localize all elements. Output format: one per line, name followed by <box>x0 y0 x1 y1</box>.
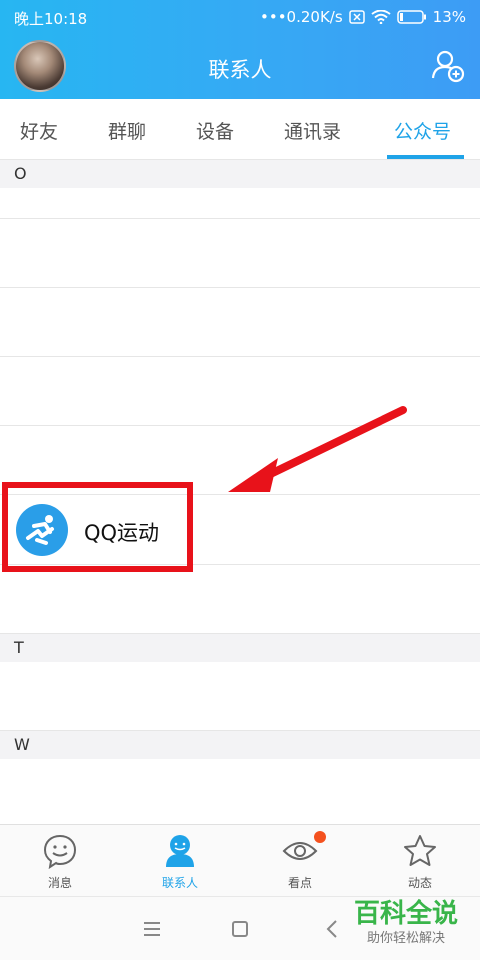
nav-feed[interactable]: 动态 <box>360 825 480 897</box>
highlight-box <box>2 482 193 572</box>
watermark-title: 百科全说 <box>353 899 458 929</box>
watermark-logo: 百科全说 助你轻松解决 <box>346 898 466 956</box>
section-header-o: O <box>0 160 480 188</box>
nav-contacts[interactable]: 联系人 <box>120 825 240 897</box>
contacts-icon <box>166 835 194 867</box>
list-item[interactable] <box>0 565 480 634</box>
status-time: 晚上10:18 <box>14 10 88 28</box>
list-item[interactable] <box>0 219 480 288</box>
message-icon <box>43 834 77 869</box>
nav-label-discover: 看点 <box>287 876 312 890</box>
list-item[interactable] <box>0 288 480 357</box>
list-item[interactable] <box>0 662 480 731</box>
status-bar: 晚上10:18 •••0.20K/s 13% <box>0 0 480 34</box>
home-square-icon <box>232 921 248 937</box>
nav-label-contacts: 联系人 <box>161 876 198 890</box>
list-item[interactable] <box>0 188 480 219</box>
network-speed: •••0.20K/s <box>260 8 343 26</box>
watermark-subtitle: 助你轻松解决 <box>366 931 445 946</box>
nav-label-feed: 动态 <box>407 876 432 890</box>
status-indicators: •••0.20K/s 13% <box>260 8 466 26</box>
menu-icon <box>144 922 160 936</box>
bottom-nav: 消息 联系人 看点 动态 <box>0 824 480 896</box>
eye-icon <box>282 842 318 860</box>
menu-button[interactable] <box>138 915 166 943</box>
back-button[interactable] <box>318 915 346 943</box>
tab-official-accounts[interactable]: 公众号 <box>394 117 451 144</box>
add-contact-button[interactable] <box>430 48 466 84</box>
add-person-icon <box>431 50 465 83</box>
section-header-w: W <box>0 731 480 759</box>
annotation-arrow <box>228 406 407 492</box>
tab-friends[interactable]: 好友 <box>20 117 58 144</box>
tab-groups[interactable]: 群聊 <box>108 117 146 144</box>
home-button[interactable] <box>226 915 254 943</box>
back-chevron-icon <box>326 920 337 938</box>
nav-discover[interactable]: 看点 <box>240 825 360 897</box>
battery-icon <box>396 10 427 24</box>
list-item[interactable] <box>0 759 480 824</box>
contact-tabs: 好友 群聊 设备 通讯录 公众号 <box>0 99 480 160</box>
notification-dot <box>314 831 326 843</box>
nav-label-messages: 消息 <box>47 876 72 890</box>
section-header-t: T <box>0 634 480 662</box>
tab-address-book[interactable]: 通讯录 <box>284 117 341 144</box>
page-title: 联系人 <box>208 58 272 82</box>
star-icon <box>404 835 436 866</box>
battery-level: 13% <box>432 8 466 26</box>
sim-icon <box>348 10 365 24</box>
wifi-icon <box>371 10 391 24</box>
nav-messages[interactable]: 消息 <box>0 825 120 897</box>
active-tab-indicator <box>387 155 464 159</box>
tab-devices[interactable]: 设备 <box>196 117 234 144</box>
